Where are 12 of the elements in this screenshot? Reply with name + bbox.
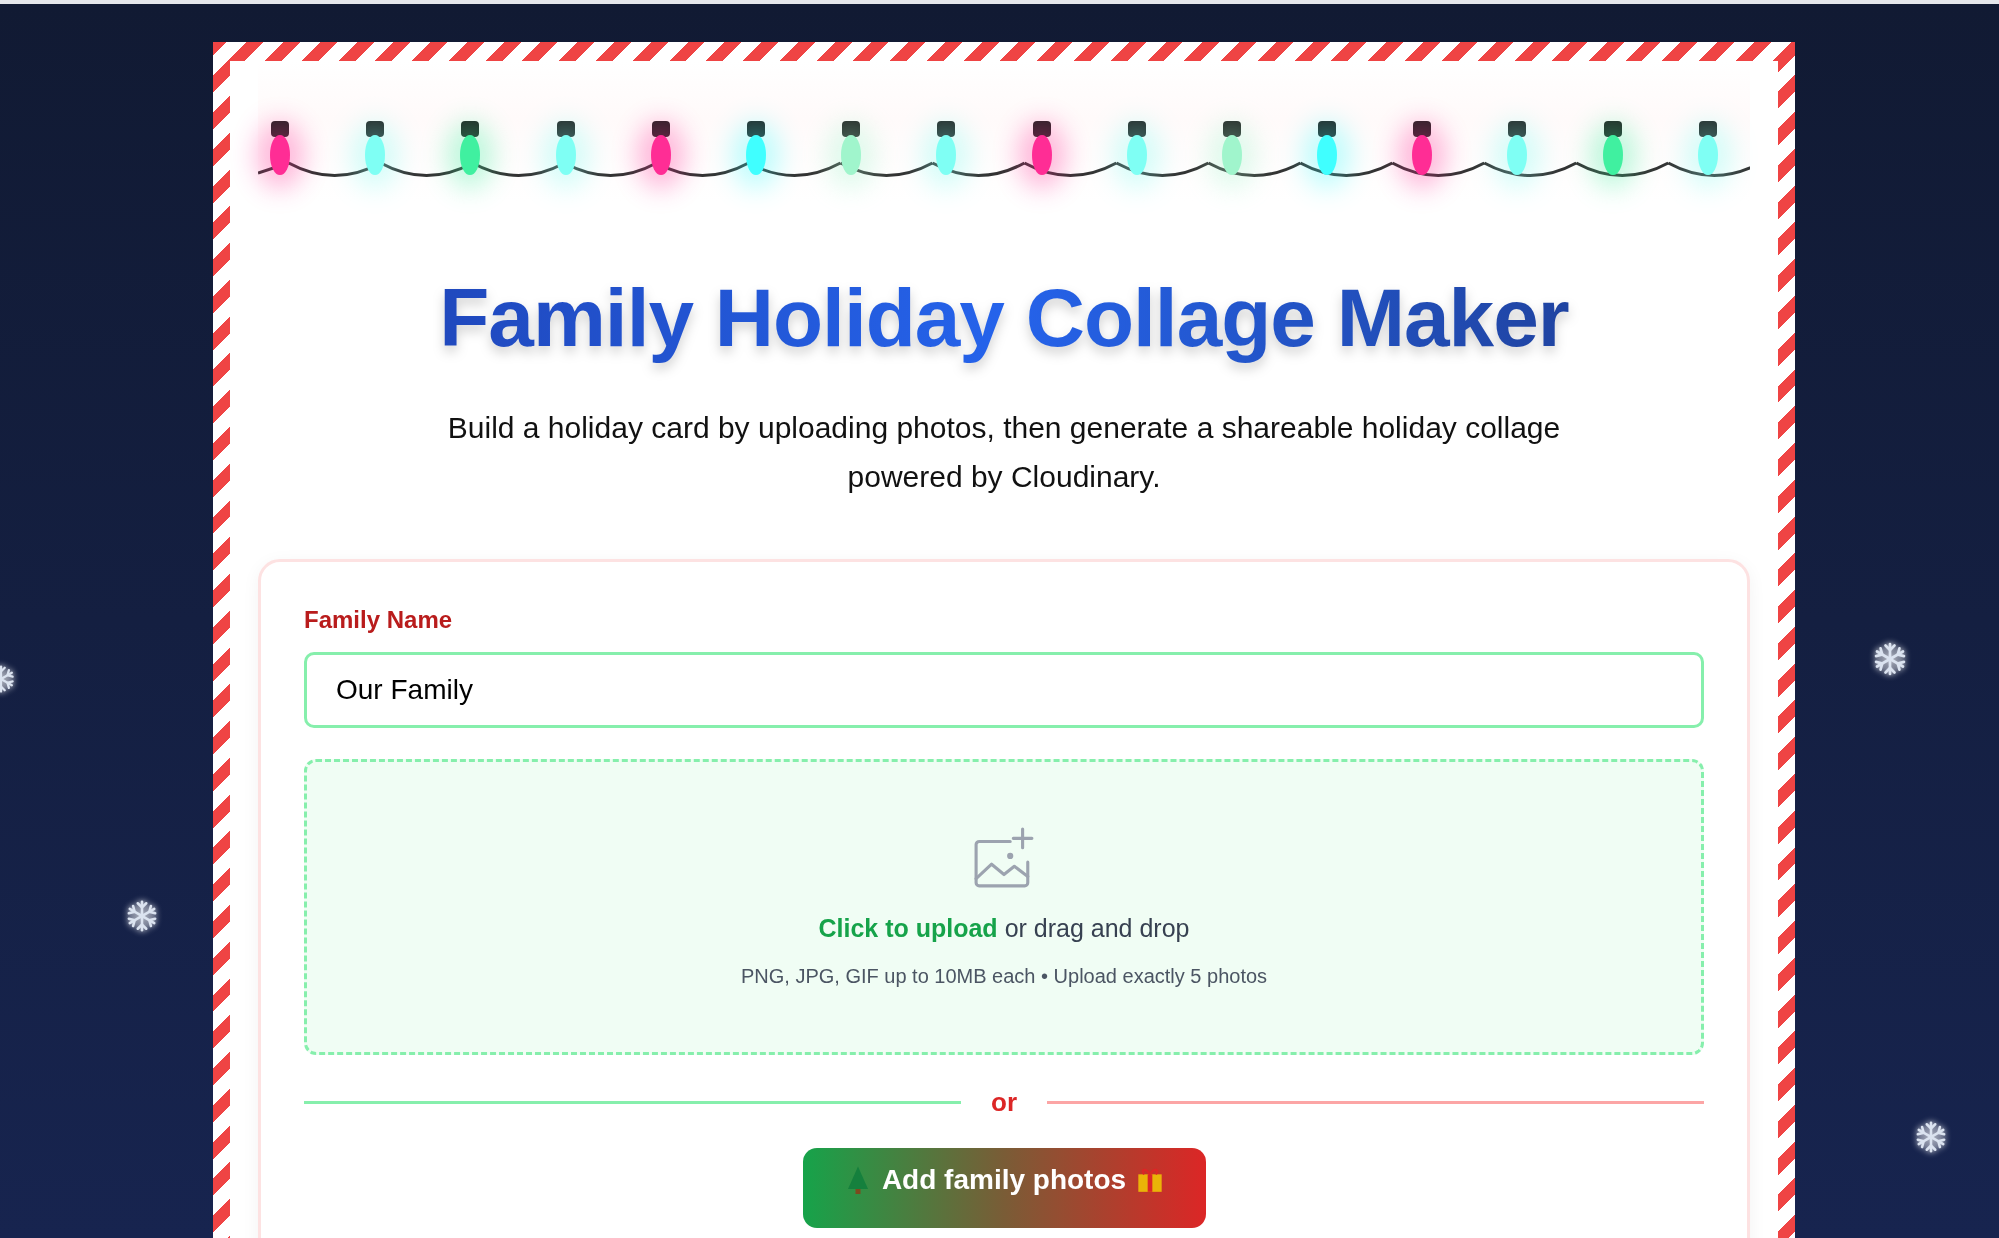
snowflake-icon [1872, 641, 1908, 677]
snowflake-icon [1914, 1120, 1948, 1154]
family-name-input[interactable]: Our Family [304, 652, 1704, 728]
field-label: Family Name [304, 606, 454, 634]
drag-drop-text: or drag and drop [1004, 914, 1190, 943]
upload-dropzone[interactable]: Click to upload or drag and drop PNG, JPG, GIF up to 10MB each • Upload exactly 5 photos [304, 759, 1704, 1055]
add-image-icon [973, 826, 1035, 890]
or-divider-text: or [990, 1087, 1018, 1118]
add-photos-button[interactable]: Add family photos [802, 1148, 1206, 1228]
page-subtitle: Build a holiday card by uploading photos, then generate a shareable holiday collage powered by Cloudinary. [446, 410, 1562, 495]
snowflake-icon [125, 899, 159, 933]
upload-hint: PNG, JPG, GIF up to 10MB each • Upload exactly 5 photos [740, 965, 1268, 988]
